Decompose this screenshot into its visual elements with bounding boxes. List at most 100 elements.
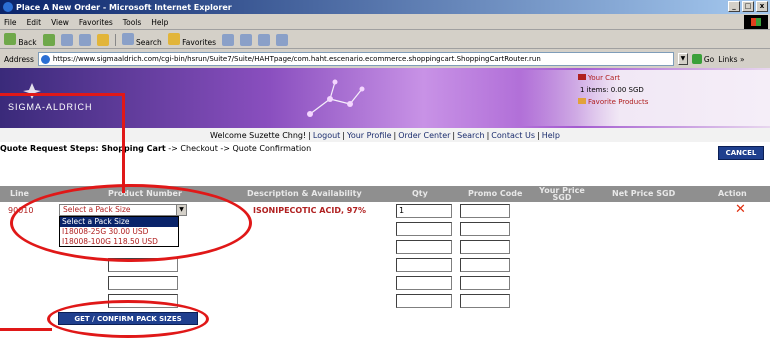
qty-input[interactable] — [396, 240, 452, 254]
go-button[interactable]: Go — [691, 54, 714, 64]
favorites-icon — [167, 32, 180, 45]
home-icon[interactable] — [96, 33, 109, 46]
pack-size-options: Select a Pack Size I18008-25G 30.00 USD … — [59, 216, 179, 247]
nav-your-profile[interactable]: Your Profile — [347, 131, 392, 140]
cancel-button[interactable]: CANCEL — [718, 146, 764, 160]
forward-arrow-icon[interactable] — [42, 33, 55, 46]
favorites-button[interactable]: Favorites — [167, 32, 217, 47]
callout-line — [0, 328, 52, 331]
header-your-price-line2: SGD — [552, 193, 572, 202]
your-cart-link[interactable]: Your Cart — [578, 74, 620, 82]
refresh-icon[interactable] — [78, 33, 91, 46]
print-icon[interactable] — [258, 33, 271, 46]
nav-separator: | — [452, 130, 456, 140]
nav-contact-us[interactable]: Contact Us — [491, 131, 535, 140]
stop-icon[interactable] — [60, 33, 73, 46]
nav-separator: | — [486, 130, 490, 140]
favorite-products-label: Favorite Products — [588, 98, 649, 106]
delete-item-icon[interactable]: ✕ — [735, 203, 746, 216]
menu-favorites[interactable]: Favorites — [79, 18, 113, 27]
edit-icon[interactable] — [276, 33, 289, 46]
menu-tools[interactable]: Tools — [123, 18, 141, 27]
nav-separator: | — [342, 130, 345, 140]
qty-input[interactable] — [396, 276, 452, 290]
history-icon[interactable] — [222, 33, 235, 46]
promo-code-input[interactable] — [460, 204, 510, 218]
address-label: Address — [4, 54, 34, 64]
browser-chrome: Place A New Order - Microsoft Internet E… — [0, 0, 770, 78]
site-header: SIGMA-ALDRICH Your Cart 1 items: 0.00 SG… — [0, 68, 770, 128]
promo-code-input[interactable] — [460, 240, 510, 254]
favorite-products-icon — [578, 98, 586, 104]
go-icon — [691, 54, 702, 64]
menu-help[interactable]: Help — [151, 18, 168, 27]
pack-size-select[interactable]: Select a Pack Size ▼ — [59, 204, 187, 216]
product-description[interactable]: ISONIPECOTIC ACID, 97% — [253, 206, 366, 215]
mail-icon[interactable] — [240, 33, 253, 46]
favorite-products-link[interactable]: Favorite Products — [578, 98, 648, 106]
menu-file[interactable]: File — [4, 18, 17, 27]
cart-summary: 1 items: 0.00 SGD — [580, 86, 644, 94]
product-number-input[interactable] — [108, 258, 178, 272]
qty-input[interactable] — [396, 222, 452, 236]
pack-size-selected: Select a Pack Size — [63, 205, 131, 214]
cart-panel: Your Cart 1 items: 0.00 SGD Favorite Pro… — [520, 70, 770, 126]
windows-logo-icon — [744, 15, 768, 29]
favorites-label: Favorites — [182, 37, 217, 47]
nav-separator: | — [308, 130, 311, 140]
product-number-input[interactable] — [108, 294, 178, 308]
molecule-graphic-icon — [307, 79, 365, 117]
nav-order-center[interactable]: Order Center — [398, 131, 450, 140]
toolbar-divider — [114, 33, 116, 46]
product-number-input[interactable] — [108, 276, 178, 290]
qty-input[interactable]: 1 — [396, 204, 452, 218]
promo-code-input[interactable] — [460, 294, 510, 308]
menu-bar: File Edit View Favorites Tools Help — [0, 15, 770, 30]
nav-search[interactable]: Search — [457, 131, 484, 140]
nav-separator: | — [537, 130, 540, 140]
search-icon — [121, 32, 134, 45]
your-cart-label: Your Cart — [588, 74, 620, 82]
menu-edit[interactable]: Edit — [27, 18, 42, 27]
nav-logout[interactable]: Logout — [313, 131, 340, 140]
pack-option[interactable]: I18008-100G 118.50 USD — [60, 237, 178, 247]
steps-prefix: Quote Request Steps: — [0, 144, 102, 153]
pack-option[interactable]: I18008-25G 30.00 USD — [60, 227, 178, 237]
site-nav: Welcome Suzette Chng! | Logout | Your Pr… — [0, 128, 770, 142]
chevron-down-icon[interactable]: ▼ — [176, 205, 186, 215]
pack-option[interactable]: Select a Pack Size — [60, 217, 178, 227]
search-button[interactable]: Search — [121, 32, 162, 47]
header-action: Action — [718, 189, 747, 198]
minimize-button[interactable]: _ — [728, 1, 740, 12]
close-button[interactable]: x — [756, 1, 768, 12]
quote-steps: Quote Request Steps: Shopping Cart -> Ch… — [0, 144, 311, 153]
links-button[interactable]: Links » — [718, 55, 744, 64]
promo-code-input[interactable] — [460, 276, 510, 290]
site-logo[interactable]: SIGMA-ALDRICH — [8, 102, 93, 112]
nav-separator: | — [393, 130, 397, 140]
search-label: Search — [136, 37, 162, 47]
back-button[interactable]: Back — [4, 32, 37, 47]
confirm-pack-sizes-button[interactable]: GET / CONFIRM PACK SIZES — [58, 312, 198, 325]
back-label: Back — [18, 37, 37, 47]
address-bar: Address https://www.sigmaaldrich.com/cgi… — [0, 50, 770, 68]
address-input[interactable]: https://www.sigmaaldrich.com/cgi-bin/hsr… — [37, 52, 674, 66]
promo-code-input[interactable] — [460, 222, 510, 236]
qty-input[interactable] — [396, 294, 452, 308]
maximize-button[interactable]: □ — [742, 1, 754, 12]
title-bar: Place A New Order - Microsoft Internet E… — [0, 0, 770, 14]
sigma-logo-icon — [23, 83, 41, 99]
header-description: Description & Availability — [247, 189, 362, 198]
cart-icon — [578, 74, 586, 80]
header-your-price: Your Price SGD — [538, 187, 586, 203]
header-product-number: Product Number — [108, 189, 182, 198]
address-dropdown-icon[interactable]: ▼ — [677, 53, 688, 65]
menu-view[interactable]: View — [51, 18, 69, 27]
back-arrow-icon — [4, 32, 16, 45]
promo-code-input[interactable] — [460, 258, 510, 272]
nav-help[interactable]: Help — [542, 131, 560, 140]
steps-current: Shopping Cart — [101, 144, 166, 153]
header-promo-code: Promo Code — [468, 189, 523, 198]
qty-input[interactable] — [396, 258, 452, 272]
ie-icon — [3, 2, 13, 12]
